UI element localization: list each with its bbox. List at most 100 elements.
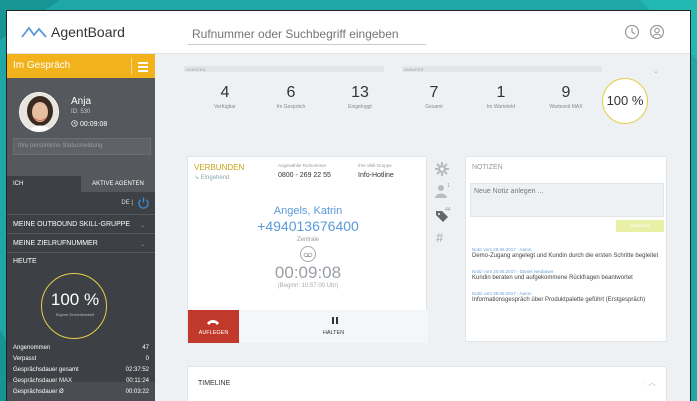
stat-value: 02:37:52 [125,367,149,373]
kpi-max-wait: 9 Wartezeit MAX [536,84,596,110]
gear-icon[interactable] [433,158,451,180]
tag-icon[interactable]: 44 [433,203,451,225]
callers-header: ANRUFER [402,66,602,72]
caller-name[interactable]: Angels, Katrin [188,205,428,217]
stat-value: 00:11:24 [126,378,149,384]
note-meta: Notiz vom 29.05.2017 - Aaron [472,291,532,296]
sidebar-item-target-number[interactable]: MEINE ZIELRUFNUMMER ⌄ [7,233,155,252]
kpi-value: 1 [496,84,506,101]
app-name: AgentBoard [51,24,125,40]
status-bar[interactable]: Im Gespräch [7,54,155,78]
search-input[interactable] [188,23,426,45]
chevron-down-icon[interactable]: ⌄ [653,67,659,75]
language-selector[interactable]: DE | [121,200,133,206]
avatar [19,92,59,132]
agentboard-logo-icon [21,26,47,38]
skill-group-label: Ihre Skill-Gruppe [358,163,392,168]
stat-value: 0 [145,356,149,362]
agent-timer-value: 00:09:08 [80,121,108,128]
chevron-down-icon: ⌄ [139,242,145,248]
pause-icon [331,317,339,326]
kpi-available: 4 Verfügbar [195,84,255,110]
hangup-label: AUFLEGEN [198,330,229,336]
active-call-card: VERBUNDEN ↘ Eingehend Angewählte Rufnumm… [187,156,428,343]
note-item[interactable]: Notiz vom 29.05.2017 - Aaron Demo-Zugang… [472,247,664,259]
note-item[interactable]: Notiz vom 20.05.2017 - Daniel Neubauer K… [472,269,664,281]
app-logo[interactable]: AgentBoard [21,24,125,40]
hold-label: HALTEN [322,330,345,336]
kpi-value: 9 [561,84,571,101]
power-icon[interactable] [137,196,150,209]
timeline-panel: TIMELINE ◌ ︿ [187,366,667,401]
svg-text:#: # [436,230,444,245]
note-text: Demo-Zugang angelegt und Kundin durch di… [472,253,659,259]
kpi-label: Eingeloggt [348,104,372,110]
hold-button[interactable]: HALTEN [239,310,428,343]
chevron-down-icon: ⌄ [139,223,145,229]
hangup-icon [207,320,219,325]
sidebar-item-label: MEINE OUTBOUND SKILL-GRUPPE [13,221,131,228]
kpi-total: 7 Gesamt [404,84,464,110]
timer-icon [71,120,78,127]
person-icon[interactable]: 1 [433,180,451,202]
kpi-value: 6 [286,84,296,101]
new-note-input[interactable]: Neue Notiz anlegen ... [470,183,664,217]
agent-id: ID: 530 [71,109,91,115]
kpi-value: 7 [429,84,439,101]
dialed-number-label: Angewählte Rufnummer [278,163,327,168]
caller-number[interactable]: +494013676400 [188,218,428,234]
stat-row: Verpasst 0 [13,356,149,362]
status-message-field[interactable]: Ihre persönliche Statusmeldung [13,138,151,155]
note-meta: Notiz vom 29.05.2017 - Aaron [472,247,532,252]
skill-group: Info-Hotline [358,172,394,179]
kpi-panel: AGENTEN ANRUFER 4 Verfügbar 6 Im Gespräch … [184,66,671,130]
spinner-icon[interactable]: ◌ [641,378,646,387]
stat-label: Gesprächsdauer gesamt [13,367,79,373]
kpi-queue: 1 Im Warteteld [471,84,531,110]
sidebar: Im Gespräch Anja ID: 530 00:09:08 Ihre p… [7,54,155,401]
main-content: AGENTEN ANRUFER 4 Verfügbar 6 Im Gespräch … [155,54,690,401]
top-bar: AgentBoard [7,11,690,54]
stat-value: 47 [142,345,149,351]
kpi-label: Wartezeit MAX [549,104,583,110]
note-text: Kundin beraten und aufgekommene Rückfrag… [472,275,633,281]
menu-icon[interactable] [131,58,151,74]
agent-name: Anja [71,96,92,107]
kpi-label: Verfügbar [214,104,236,110]
tab-active-agents[interactable]: AKTIVE AGENTEN [81,176,155,192]
clock-icon[interactable] [624,24,640,40]
dialed-number: 0800 - 269 22 55 [278,172,331,179]
notes-title: NOTIZEN [472,164,503,171]
kpi-label: Im Gespräch [276,104,306,110]
hangup-button[interactable]: AUFLEGEN [188,310,239,343]
call-direction: ↘ Eingehend [194,174,229,181]
call-state: VERBUNDEN [194,163,245,172]
chevron-up-icon[interactable]: ︿ [648,378,656,387]
sidebar-item-outbound-group[interactable]: MEINE OUTBOUND SKILL-GRUPPE ⌄ [7,214,155,233]
call-duration: 00:09:08 [274,263,342,282]
kpi-label: Im Warteteld [486,104,516,110]
agent-profile: Anja ID: 530 00:09:08 [7,78,155,176]
kpi-in-call: 6 Im Gespräch [261,84,321,110]
call-direction-label: Eingehend [200,175,230,181]
note-item[interactable]: Notiz vom 29.05.2017 - Aaron Information… [472,291,664,303]
save-note-button[interactable]: Speichern [616,220,664,232]
note-meta: Notiz vom 20.05.2017 - Daniel Neubauer [472,269,554,274]
hash-icon[interactable]: # [433,226,451,248]
agents-header: AGENTEN [184,66,384,72]
stat-row: Gesprächsdauer MAX 00:11:24 [13,378,149,384]
user-icon[interactable] [649,24,665,40]
timeline-title: TIMELINE [198,380,231,387]
kpi-logged-in: 13 Eingeloggt [330,84,390,110]
stat-row: Gesprächsdauer gesamt 02:37:52 [13,367,149,373]
sidebar-tabs: ICH AKTIVE AGENTEN [7,176,155,192]
note-text: Informationsgespräch über Produktpalette… [472,297,646,303]
language-row: DE | [7,192,155,214]
svg-text:44: 44 [445,207,451,213]
timeline-controls: ◌ ︿ [641,377,656,388]
today-panel: HEUTE 100 % Eigene Erreichbarkeit Angeno… [7,252,155,395]
sidebar-item-label: MEINE ZIELRUFNUMMER [13,240,98,247]
app-window: AgentBoard Im Gespräch [6,10,691,401]
voicemail-icon[interactable] [300,246,316,262]
tab-me[interactable]: ICH [7,176,81,192]
